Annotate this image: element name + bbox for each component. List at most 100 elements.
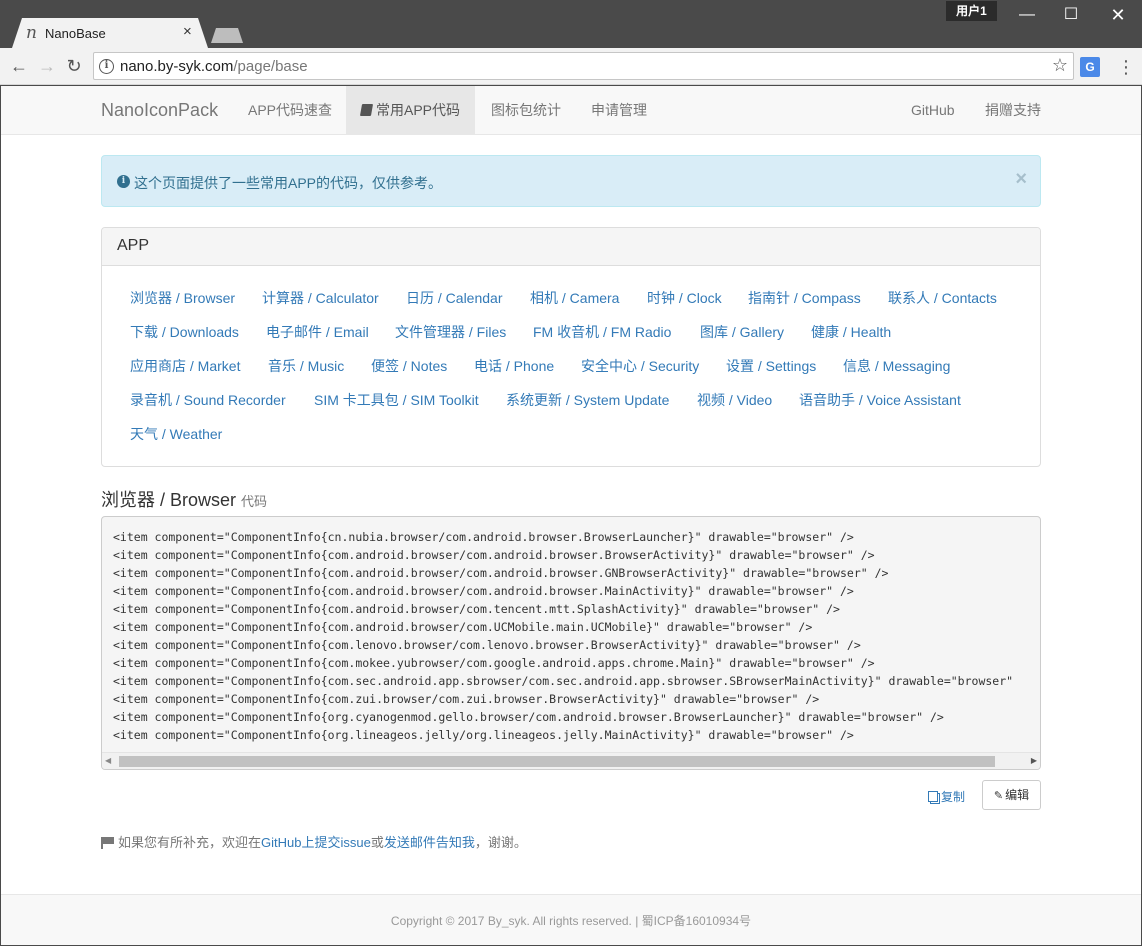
app-link-clock[interactable]: 时钟 / Clock xyxy=(647,288,722,308)
code-line: <item component="ComponentInfo{com.andro… xyxy=(113,584,854,598)
app-link-phone[interactable]: 电话 / Phone xyxy=(474,356,554,376)
nav-github[interactable]: GitHub xyxy=(896,86,970,135)
copy-label: 复制 xyxy=(941,790,966,804)
note-suffix: ，谢谢。 xyxy=(474,835,527,850)
web-page: NanoIconPack APP代码速查 常用APP代码 图标包统计 申请管理 … xyxy=(1,86,1141,945)
tab-title: NanoBase xyxy=(45,26,106,41)
copy-icon xyxy=(928,791,938,802)
app-link-messaging[interactable]: 信息 / Messaging xyxy=(843,356,950,376)
browser-tab[interactable]: n NanoBase × xyxy=(12,18,208,48)
app-link-notes[interactable]: 便签 / Notes xyxy=(371,356,447,376)
menu-icon[interactable]: ⋮ xyxy=(1117,57,1135,77)
code-line: <item component="ComponentInfo{org.linea… xyxy=(113,728,854,742)
app-link-market[interactable]: 应用商店 / Market xyxy=(130,356,240,376)
code-line: <item component="ComponentInfo{com.andro… xyxy=(113,566,889,580)
app-link-system-update[interactable]: 系统更新 / System Update xyxy=(506,390,669,410)
app-link-contacts[interactable]: 联系人 / Contacts xyxy=(888,288,997,308)
app-link-music[interactable]: 音乐 / Music xyxy=(268,356,344,376)
alert-text: 这个页面提供了一些常用APP的代码，仅供参考。 xyxy=(134,175,443,191)
scroll-right-arrow-icon[interactable]: ▶ xyxy=(1031,756,1037,765)
address-bar[interactable]: i nano.by-syk.com/page/base ☆ xyxy=(93,52,1074,80)
url-path: /page/base xyxy=(233,58,308,75)
info-alert: i 这个页面提供了一些常用APP的代码，仅供参考。 × xyxy=(101,155,1041,207)
nav-request-management[interactable]: 申请管理 xyxy=(576,86,662,135)
app-link-weather[interactable]: 天气 / Weather xyxy=(130,424,222,444)
app-panel: APP 浏览器 / Browser 计算器 / Calculator 日历 / … xyxy=(101,227,1041,467)
app-link-sound-recorder[interactable]: 录音机 / Sound Recorder xyxy=(130,390,286,410)
code-line: <item component="ComponentInfo{com.lenov… xyxy=(113,638,861,652)
code-lines: <item component="ComponentInfo{cn.nubia.… xyxy=(113,528,1013,744)
app-link-gallery[interactable]: 图库 / Gallery xyxy=(700,322,784,342)
pencil-icon: ✎ xyxy=(993,790,1004,802)
code-line: <item component="ComponentInfo{com.sec.a… xyxy=(113,674,1014,688)
app-link-downloads[interactable]: 下载 / Downloads xyxy=(130,322,239,342)
translate-icon[interactable]: G xyxy=(1080,57,1100,77)
app-link-calculator[interactable]: 计算器 / Calculator xyxy=(262,288,379,308)
code-line: <item component="ComponentInfo{com.zui.b… xyxy=(113,692,820,706)
copy-button[interactable]: 复制 xyxy=(928,788,965,805)
code-line: <item component="ComponentInfo{com.andro… xyxy=(113,548,875,562)
code-line: <item component="ComponentInfo{cn.nubia.… xyxy=(113,530,854,544)
code-section-title-text: 浏览器 / Browser xyxy=(101,490,237,510)
flag-icon xyxy=(101,837,115,849)
star-icon[interactable]: ☆ xyxy=(1052,55,1068,76)
reload-icon[interactable]: ↻ xyxy=(63,55,85,77)
browser-toolbar: ← → ↻ i nano.by-syk.com/page/base ☆ G ⋮ xyxy=(0,48,1142,85)
app-link-settings[interactable]: 设置 / Settings xyxy=(726,356,816,376)
alert-close-icon[interactable]: × xyxy=(1015,169,1027,189)
app-link-sim-toolkit[interactable]: SIM 卡工具包 / SIM Toolkit xyxy=(314,390,479,410)
app-link-video[interactable]: 视频 / Video xyxy=(697,390,772,410)
app-link-fm-radio[interactable]: FM 收音机 / FM Radio xyxy=(533,322,671,342)
minimize-icon[interactable]: — xyxy=(1017,5,1037,25)
nav-common-app-code-label: 常用APP代码 xyxy=(376,102,461,118)
code-line: <item component="ComponentInfo{com.mokee… xyxy=(113,656,875,670)
app-link-files[interactable]: 文件管理器 / Files xyxy=(395,322,506,342)
email-link[interactable]: 发送邮件告知我 xyxy=(384,835,475,850)
note-middle: 或 xyxy=(370,835,384,850)
app-link-security[interactable]: 安全中心 / Security xyxy=(581,356,699,376)
info-circle-icon: i xyxy=(117,175,130,188)
app-panel-heading: APP xyxy=(102,228,1040,266)
footer-text: Copyright © 2017 By_syk. All rights rese… xyxy=(390,914,752,928)
code-section-subtitle: 代码 xyxy=(241,494,268,509)
brand-link[interactable]: NanoIconPack xyxy=(101,100,218,121)
site-navbar: NanoIconPack APP代码速查 常用APP代码 图标包统计 申请管理 … xyxy=(1,86,1141,135)
info-icon[interactable]: i xyxy=(99,59,114,74)
nav-app-code-lookup[interactable]: APP代码速查 xyxy=(233,86,347,135)
tab-close-icon[interactable]: × xyxy=(183,24,192,40)
code-section-title: 浏览器 / Browser 代码 xyxy=(101,486,267,512)
note-prefix: 如果您有所补充，欢迎在 xyxy=(118,835,262,850)
app-link-camera[interactable]: 相机 / Camera xyxy=(530,288,619,308)
app-link-browser[interactable]: 浏览器 / Browser xyxy=(130,288,235,308)
back-icon[interactable]: ← xyxy=(8,55,30,77)
book-icon xyxy=(359,104,374,116)
app-link-calendar[interactable]: 日历 / Calendar xyxy=(406,288,502,308)
url-text[interactable]: nano.by-syk.com/page/base xyxy=(120,58,308,75)
edit-button[interactable]: ✎ 编辑 xyxy=(982,780,1041,810)
forward-icon[interactable]: → xyxy=(36,55,58,77)
contribution-note: 如果您有所补充，欢迎在GitHub上提交issue或发送邮件告知我，谢谢。 xyxy=(101,832,527,851)
horizontal-scrollbar[interactable]: ◀ ▶ xyxy=(102,752,1040,769)
user-profile-badge[interactable]: 用户1 xyxy=(946,1,997,21)
code-line: <item component="ComponentInfo{org.cyano… xyxy=(113,710,944,724)
new-tab-button[interactable] xyxy=(211,28,243,43)
window-close-icon[interactable]: ✕ xyxy=(1108,5,1128,25)
nav-common-app-code[interactable]: 常用APP代码 xyxy=(346,86,476,135)
edit-label: 编辑 xyxy=(1005,788,1030,802)
page-footer: Copyright © 2017 By_syk. All rights rese… xyxy=(1,894,1141,945)
app-link-email[interactable]: 电子邮件 / Email xyxy=(266,322,369,342)
nav-donate[interactable]: 捐赠支持 xyxy=(970,86,1056,135)
app-link-voice-assistant[interactable]: 语音助手 / Voice Assistant xyxy=(799,390,961,410)
code-block[interactable]: <item component="ComponentInfo{cn.nubia.… xyxy=(101,516,1041,770)
code-line: <item component="ComponentInfo{com.andro… xyxy=(113,602,840,616)
app-link-compass[interactable]: 指南针 / Compass xyxy=(748,288,861,308)
app-link-health[interactable]: 健康 / Health xyxy=(811,322,891,342)
code-line: <item component="ComponentInfo{com.andro… xyxy=(113,620,813,634)
nav-icon-pack-stats[interactable]: 图标包统计 xyxy=(476,86,576,135)
github-issue-link[interactable]: GitHub上提交issue xyxy=(261,835,371,850)
scroll-left-arrow-icon[interactable]: ◀ xyxy=(105,756,111,765)
url-host: nano.by-syk.com xyxy=(120,58,234,75)
title-bar: n NanoBase × 用户1 — ☐ ✕ xyxy=(0,0,1142,48)
scrollbar-thumb[interactable] xyxy=(119,756,995,767)
maximize-icon[interactable]: ☐ xyxy=(1061,5,1081,25)
